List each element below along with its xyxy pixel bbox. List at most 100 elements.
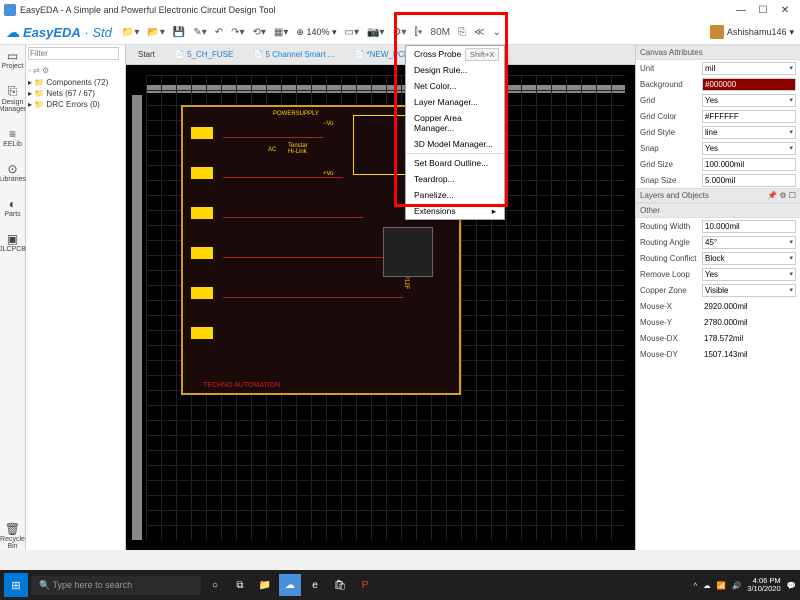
camera-icon[interactable]: 📷▾ [367,27,384,38]
silk-brand: TECHNO AUTOMATION [203,382,280,389]
menu-3d-model[interactable]: 3D Model Manager... [406,136,504,152]
pcb-canvas[interactable]: POWERSUPPLY −Vo AC Tenstar Hi-Link +Vo E… [126,65,635,550]
copper-zone[interactable]: Visible [702,284,796,297]
window-title: EasyEDA - A Simple and Powerful Electron… [20,5,275,15]
tool-icon[interactable]: ⚙▾ [392,27,406,38]
routing-conflict[interactable]: Block [702,252,796,265]
explorer-icon[interactable]: 📁 [254,574,276,596]
share-icon[interactable]: ≪ [474,27,484,38]
remove-loop[interactable]: Yes [702,268,796,281]
menu-board-outline[interactable]: Set Board Outline... [406,155,504,171]
pencil-icon[interactable]: ✎▾ [193,27,206,38]
routing-angle[interactable]: 45° [702,236,796,249]
title-bar: EasyEDA - A Simple and Powerful Electron… [0,0,800,20]
nav-jlcpcb[interactable]: ▣JLCPCB [0,232,26,253]
tab-start[interactable]: Start [132,48,161,61]
nav-design-manager[interactable]: ⎘Design Manager [0,84,26,113]
tray-volume-icon[interactable]: 🔊 [732,581,741,590]
app-icon [4,4,16,16]
file-icon[interactable]: 📁▾ [122,27,139,38]
tab-smart[interactable]: 📄 5 Channel Smart ... [247,48,340,61]
menu-design-rule[interactable]: Design Rule... [406,62,504,78]
silk-tenstar: Tenstar Hi-Link [288,143,308,155]
route-icon[interactable]: ⟲▾ [253,27,266,38]
silk-ac: AC [268,147,276,153]
gridsize-input[interactable]: 100.000mil [702,158,796,171]
nav-project[interactable]: ▭Project [2,49,24,70]
close-button[interactable]: ✕ [774,2,796,18]
filter-input[interactable] [28,47,119,60]
tree-drc[interactable]: ▸ 📁 DRC Errors (0) [28,99,123,110]
undo-icon[interactable]: ↶ [215,27,223,38]
cortana-icon[interactable]: ○ [204,574,226,596]
filter-icon[interactable]: ⫿▾ [414,27,422,38]
maximize-button[interactable]: ☐ [752,2,774,18]
mouse-dy: 1507.143mil [702,348,796,361]
menu-net-color[interactable]: Net Color... [406,78,504,94]
user-menu[interactable]: Ashishamu146 ▾ [710,25,794,39]
avatar [710,25,724,39]
tab-bar: Start 📄 5_CH_FUSE 📄 5 Channel Smart ... … [126,45,635,65]
redo-icon[interactable]: ↷▾ [231,27,244,38]
logo-icon: ☁ [6,24,20,41]
grid-select[interactable]: Yes [702,94,796,107]
tray-up-icon[interactable]: ^ [694,581,698,590]
gridstyle-select[interactable]: line [702,126,796,139]
search-box[interactable]: 🔍 Type here to search [31,576,201,595]
taskview-icon[interactable]: ⧉ [229,574,251,596]
mouse-x: 2920.000mil [702,300,796,313]
minimize-button[interactable]: — [730,2,752,18]
menu-extensions[interactable]: Extensions▸ [406,203,504,219]
align-icon[interactable]: ▦▾ [274,27,288,38]
clock[interactable]: 4:06 PM 3/10/2020 [747,577,780,594]
windows-taskbar: ⊞ 🔍 Type here to search ○ ⧉ 📁 ☁ e 🛍 P ^ … [0,570,800,600]
tree-components[interactable]: ▸ 📁 Components (72) [28,77,123,88]
logo: EasyEDA · Std [23,25,112,40]
hdr-other: Other [636,203,800,218]
menu-layer-manager[interactable]: Layer Manager... [406,94,504,110]
menu-panelize[interactable]: Panelize... [406,187,504,203]
top-toolbar: ☁ EasyEDA · Std 📁▾ 📂▾ 💾 ✎▾ ↶ ↷▾ ⟲▾ ▦▾ ⊕ … [0,20,800,45]
view-icon[interactable]: ▭▾ [345,27,359,38]
left-nav: ▭Project ⎘Design Manager ≡EELib ⊙Librari… [0,45,26,550]
tools-menu: Cross Probe Design Rule... Net Color... … [405,45,505,220]
tree-panel: ▫ ⇄ ⚙ ▸ 📁 Components (72) ▸ 📁 Nets (67 /… [26,45,126,550]
app1-icon[interactable]: ☁ [279,574,301,596]
tree-nets[interactable]: ▸ 📁 Nets (67 / 67) [28,88,123,99]
unit-select[interactable]: mil [702,62,796,75]
zoom-label[interactable]: ⊕ 140% ▾ [296,27,336,38]
ppt-icon[interactable]: P [354,574,376,596]
tray-cloud-icon[interactable]: ☁ [703,581,711,590]
snapsize-input[interactable]: 5.000mil [702,174,796,187]
export-icon[interactable]: ⎘ [458,27,466,38]
menu-teardrop[interactable]: Teardrop... [406,171,504,187]
hdr-layers[interactable]: Layers and Objects 📌 ⚙ ☐ [636,188,800,203]
menu-copper-area[interactable]: Copper Area Manager... [406,110,504,136]
silk-mvo: −Vo [323,121,334,127]
ruler-vertical [132,95,142,540]
tab-fuse[interactable]: 📄 5_CH_FUSE [169,48,239,61]
bg-color[interactable]: #000000 [702,78,796,91]
canvas-area: Start 📄 5_CH_FUSE 📄 5 Channel Smart ... … [126,45,635,550]
snap-select[interactable]: Yes [702,142,796,155]
nav-eelib[interactable]: ≡EELib [3,127,22,148]
start-button[interactable]: ⊞ [4,573,28,597]
chevron-down-icon[interactable]: ⌄ [492,27,500,38]
bom-label[interactable]: 80M [431,27,450,38]
save-icon[interactable]: 💾 [173,27,185,38]
store-icon[interactable]: 🛍 [329,574,351,596]
tray-wifi-icon[interactable]: 📶 [717,581,726,590]
mouse-y: 2780.000mil [702,316,796,329]
routing-width[interactable]: 10.000mil [702,220,796,233]
nav-libraries[interactable]: ⊙Libraries [0,162,26,183]
silk-power: POWERSUPPLY [273,111,319,117]
nav-parts[interactable]: ◐Parts [4,197,20,218]
mouse-dx: 178.572mil [702,332,796,345]
nav-recycle[interactable]: 🗑Recycle Bin [0,522,25,550]
open-icon[interactable]: 📂▾ [147,27,164,38]
hdr-canvas: Canvas Attributes [636,45,800,60]
notifications-icon[interactable]: 💬 [787,581,796,590]
gridcolor-input[interactable]: #FFFFFF [702,110,796,123]
edge-icon[interactable]: e [304,574,326,596]
shortcut-hint: Shift+X [465,48,499,61]
